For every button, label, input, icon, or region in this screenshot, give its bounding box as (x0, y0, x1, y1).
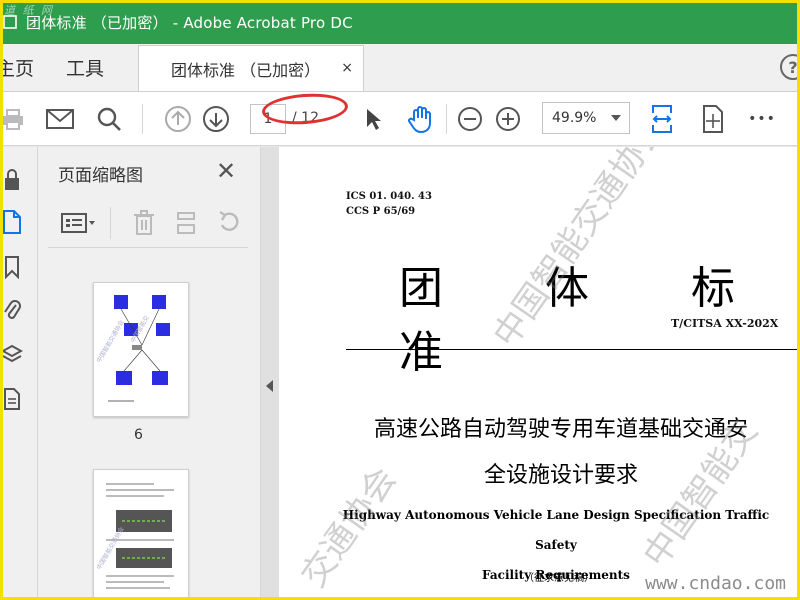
select-cursor-icon[interactable] (360, 102, 386, 136)
layers-icon[interactable] (0, 343, 24, 367)
attachment-icon[interactable] (0, 297, 24, 323)
toolbar-divider (142, 104, 143, 134)
document-page: ICS 01. 040. 43 CCS P 65/69 团 体 标 准 T/CI… (279, 147, 800, 600)
thumbnails-panel: 页面缩略图 ✕ 中国智能交通协会 中国智能交 6 中国智能交通协会 (38, 147, 292, 600)
header-rule (346, 349, 800, 350)
tab-tools[interactable]: 工具 (66, 43, 138, 91)
draft-note: （征求意见稿） (524, 573, 594, 584)
thumbnail-options-icon[interactable] (58, 209, 100, 241)
page-number-input[interactable]: 1 (250, 104, 286, 134)
ccs-code: CCS P 65/69 (346, 206, 416, 217)
hand-tool-icon[interactable] (403, 102, 439, 136)
collapse-panel-icon[interactable] (266, 380, 273, 392)
tab-row: 主页 工具 团体标准 （已加密） × (0, 44, 800, 92)
scroll-mode-icon[interactable] (697, 102, 729, 136)
bookmark-icon[interactable] (0, 255, 24, 279)
tab-document-label: 团体标准 （已加密） (171, 60, 321, 80)
thumbnail-page-6[interactable]: 中国智能交通协会 中国智能交 (93, 282, 189, 417)
close-panel-button[interactable]: ✕ (216, 159, 236, 183)
panel-title: 页面缩略图 (58, 166, 143, 186)
extract-page-icon[interactable] (174, 209, 200, 241)
svg-text:中国智能交通协会: 中国智能交通协会 (95, 318, 126, 364)
close-tab-button[interactable]: × (341, 60, 353, 76)
ics-code: ICS 01. 040. 43 (346, 191, 432, 202)
chinese-title-line-2: 全设施设计要求 (483, 463, 638, 488)
search-icon[interactable] (93, 102, 125, 136)
page-total: / 12 (292, 110, 319, 126)
print-icon[interactable] (0, 102, 26, 136)
zoom-value: 49.9% (552, 110, 597, 126)
corner-watermark: 道 纸 网 (4, 4, 54, 17)
delete-page-icon[interactable] (132, 209, 156, 241)
zoom-select[interactable]: 49.9% (542, 102, 630, 134)
thumbnail-page-label: 6 (134, 427, 143, 443)
toolbar-divider (446, 104, 447, 134)
panel-gutter (261, 147, 279, 600)
tab-document[interactable]: 团体标准 （已加密） × (138, 45, 364, 91)
previous-page-icon[interactable] (162, 102, 194, 136)
zoom-out-icon[interactable] (455, 102, 485, 136)
next-page-icon[interactable] (200, 102, 232, 136)
standard-type-heading: 团 体 标 准 (399, 263, 779, 378)
english-title-line-1: Highway Autonomous Vehicle Lane Design S… (342, 508, 770, 552)
tab-home[interactable]: 主页 (0, 43, 66, 91)
panel-toolbar (38, 201, 261, 247)
chevron-down-icon (611, 115, 621, 121)
help-button[interactable]: ? (780, 54, 800, 80)
thumbnail-page-7[interactable]: 中国智能交通协会 (93, 469, 189, 600)
chinese-title: 高速公路自动驾驶专用车道基础交通安 全设施设计要求 (351, 407, 771, 499)
site-watermark: www.cndao.com (645, 573, 786, 594)
panel-divider (48, 247, 248, 248)
more-tools-button[interactable]: ••• (744, 102, 780, 136)
classification-codes: ICS 01. 040. 43 CCS P 65/69 (346, 189, 432, 219)
chinese-title-line-1: 高速公路自动驾驶专用车道基础交通安 (373, 417, 748, 442)
window-title: 团体标准 （已加密） - Adobe Acrobat Pro DC (26, 13, 353, 32)
email-icon[interactable] (44, 102, 76, 136)
page-thumbnails-icon[interactable] (0, 209, 24, 235)
title-bar: 道 纸 网 团体标准 （已加密） - Adobe Acrobat Pro DC (0, 0, 800, 44)
panel-tools-divider (110, 207, 111, 239)
zoom-in-icon[interactable] (493, 102, 523, 136)
toolbar: 1 / 12 ••• (0, 92, 800, 146)
lock-icon[interactable] (0, 167, 24, 191)
standard-number: T/CITSA XX-202X (671, 317, 779, 330)
document-properties-icon[interactable] (0, 387, 24, 411)
fit-page-icon[interactable] (646, 102, 678, 136)
rotate-page-icon[interactable] (216, 209, 242, 241)
left-icon-rail (0, 147, 38, 600)
